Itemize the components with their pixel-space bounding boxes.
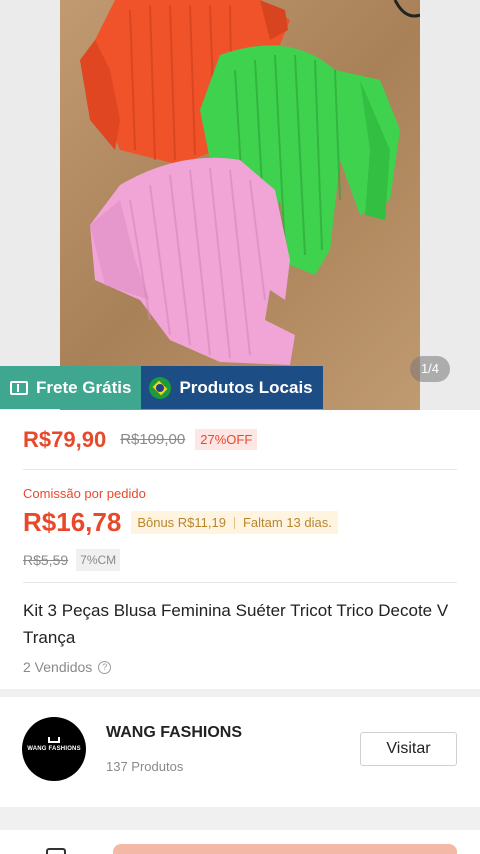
hanger-edge — [393, 0, 420, 18]
commission-label: Comissão por pedido — [23, 486, 146, 501]
bottom-action-bar — [0, 830, 480, 854]
sold-label: 2 Vendidos — [23, 659, 93, 675]
product-page: 1/4 Frete Grátis Produtos Locais R$79,90… — [0, 0, 480, 854]
current-price: R$79,90 — [23, 426, 107, 452]
discount-badge: 27%OFF — [195, 429, 258, 450]
bonus-divider — [233, 516, 235, 529]
primary-action-button[interactable] — [113, 844, 457, 854]
old-commission: R$5,59 — [23, 552, 69, 568]
help-icon[interactable]: ? — [98, 660, 112, 674]
sold-count: 2 Vendidos ? — [23, 651, 457, 689]
commission-row: R$16,78 Bônus R$11,19 Faltam 13 dias. — [23, 507, 457, 538]
image-counter: 1/4 — [410, 356, 450, 382]
crown-icon — [48, 737, 60, 743]
ticket-icon — [10, 380, 28, 395]
local-products-badge: Produtos Locais — [141, 366, 323, 409]
section-divider — [0, 689, 480, 697]
commission-sub-row: R$5,59 7%CM — [23, 548, 457, 572]
original-price: R$109,00 — [120, 431, 186, 448]
product-image-gallery[interactable]: 1/4 Frete Grátis Produtos Locais — [0, 0, 480, 410]
commission-amount: R$16,78 — [23, 507, 122, 537]
product-info: R$79,90 R$109,00 27%OFF Comissão por ped… — [0, 410, 480, 689]
product-badges: Frete Grátis Produtos Locais — [0, 366, 323, 409]
local-products-label: Produtos Locais — [179, 377, 313, 397]
bonus-amount: Bônus R$11,19 — [137, 515, 226, 530]
commission-block: Comissão por pedido R$16,78 Bônus R$11,1… — [23, 470, 457, 583]
cart-icon[interactable] — [46, 848, 66, 854]
price-row: R$79,90 R$109,00 27%OFF — [23, 410, 457, 470]
shop-product-count: 137 Produtos — [106, 759, 184, 774]
free-shipping-badge: Frete Grátis — [0, 366, 142, 409]
cm-badge: 7%CM — [76, 549, 121, 571]
visit-shop-button[interactable]: Visitar — [360, 732, 457, 766]
shop-card[interactable]: WANG FASHIONS WANG FASHIONS 137 Produtos… — [0, 697, 480, 807]
product-title: Kit 3 Peças Blusa Feminina Suéter Tricot… — [23, 601, 449, 647]
free-shipping-label: Frete Grátis — [36, 377, 132, 397]
brazil-flag-icon — [149, 376, 172, 399]
product-photo[interactable] — [60, 0, 420, 410]
shop-logo-text: WANG FASHIONS — [27, 746, 81, 752]
bonus-remaining: Faltam 13 dias. — [242, 515, 332, 530]
bonus-badge: Bônus R$11,19 Faltam 13 dias. — [131, 511, 338, 534]
pink-sweater-image — [90, 157, 295, 365]
shop-avatar[interactable]: WANG FASHIONS — [22, 717, 86, 781]
shop-name[interactable]: WANG FASHIONS — [106, 724, 242, 742]
